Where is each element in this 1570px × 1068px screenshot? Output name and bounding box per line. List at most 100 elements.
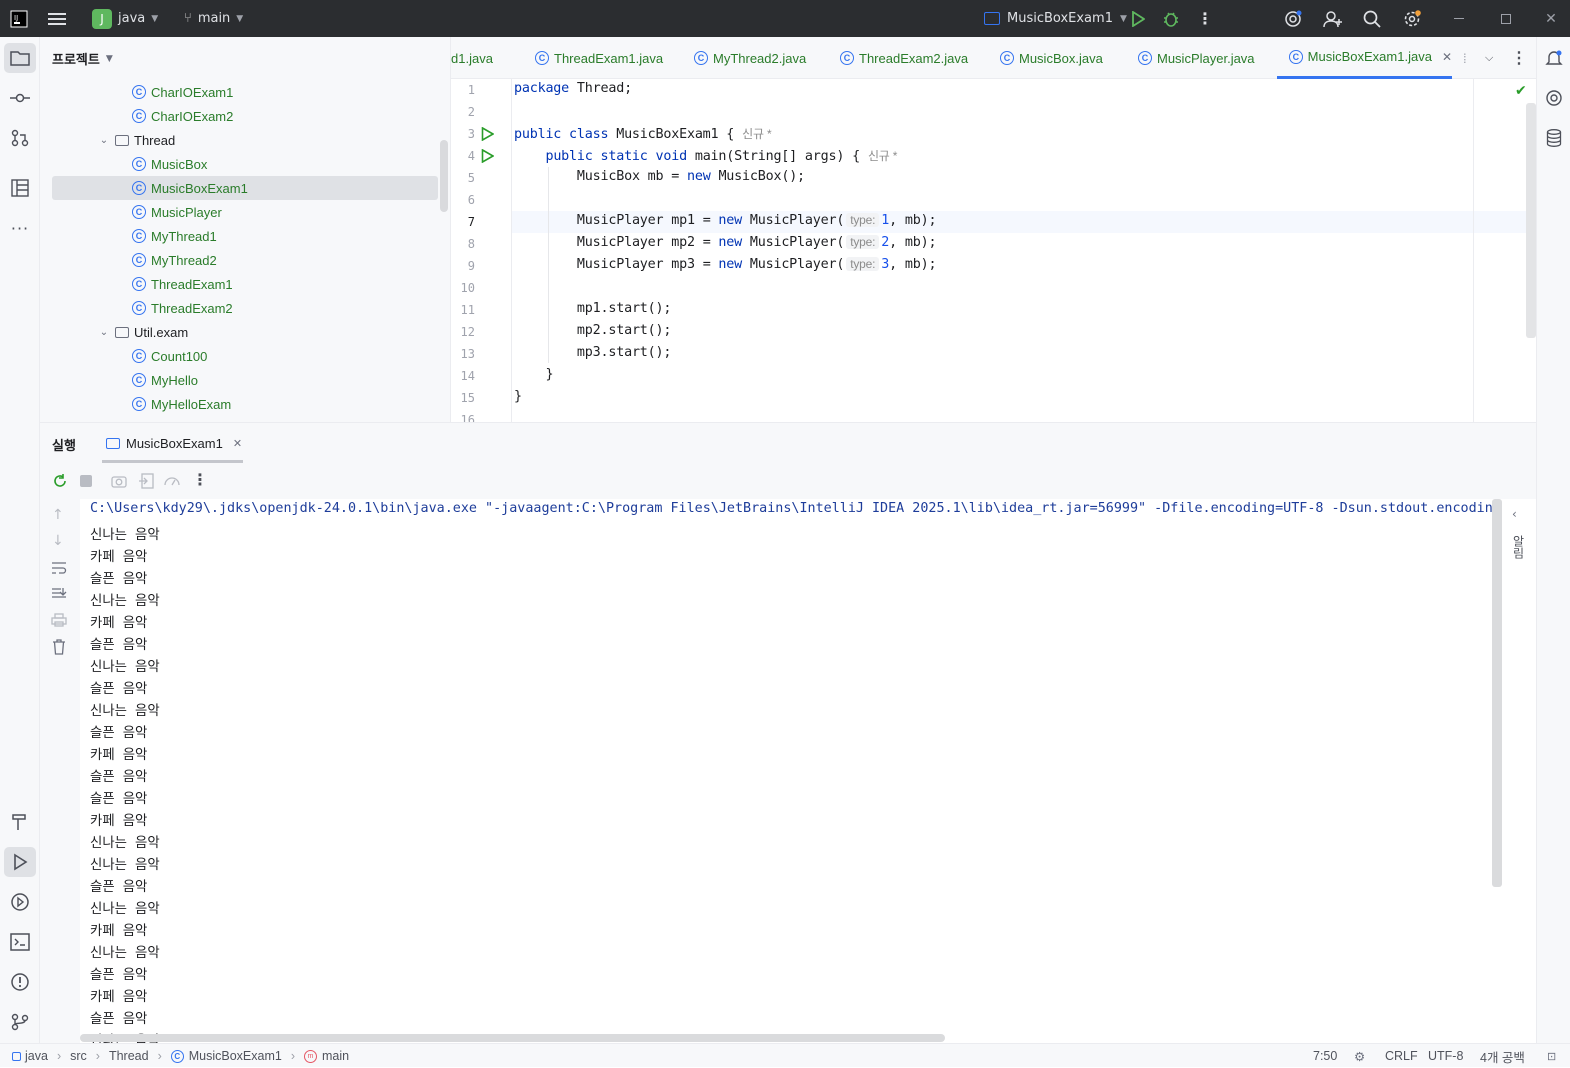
run-tool-icon[interactable] <box>4 847 36 877</box>
no-problems-check-icon[interactable]: ✔ <box>1515 83 1527 99</box>
project-tree-scrollbar[interactable] <box>440 140 448 212</box>
terminal-icon[interactable] <box>4 927 36 957</box>
run-tab-musicboxexam1[interactable]: MusicBoxExam1 ✕ <box>102 427 243 463</box>
camera-icon[interactable] <box>111 474 127 488</box>
project-name: java <box>118 11 146 26</box>
console-horizontal-scrollbar[interactable] <box>80 1034 945 1042</box>
console-output[interactable]: C:\Users\kdy29\.jdks\openjdk-24.0.1\bin\… <box>80 499 1502 1044</box>
tree-package-item[interactable]: ⌄ Thread <box>52 128 438 152</box>
rerun-icon[interactable] <box>52 473 68 489</box>
more-actions-icon[interactable]: ⋮ <box>192 470 208 489</box>
line-number: 7 <box>467 215 475 229</box>
file-encoding[interactable]: UTF-8 <box>1428 1044 1463 1068</box>
build-hammer-icon[interactable] <box>4 807 36 837</box>
minimize-window-icon[interactable] <box>1442 0 1476 37</box>
indent-setting[interactable]: 4개 공백 <box>1480 1044 1525 1068</box>
close-tab-icon[interactable]: ✕ <box>233 437 242 450</box>
tree-class-item[interactable]: C ThreadExam2 <box>52 296 438 320</box>
console-output-line: 슬픈 음악 <box>90 880 148 895</box>
tree-class-item[interactable]: C Count100 <box>52 344 438 368</box>
ai-assistant-icon[interactable] <box>1276 0 1310 37</box>
run-config-selector[interactable]: MusicBoxExam1 ▼ <box>984 0 1127 37</box>
collapse-left-icon[interactable]: ‹ <box>1512 507 1517 521</box>
exit-icon[interactable] <box>138 473 154 489</box>
tree-class-item[interactable]: C CharIOExam2 <box>52 104 438 128</box>
tab-mythread2[interactable]: C MyThread2.java <box>694 37 806 79</box>
tree-class-item[interactable]: C MusicBoxExam1 <box>52 176 438 200</box>
tree-class-item[interactable]: C MusicPlayer <box>52 200 438 224</box>
vcs-status-icon[interactable]: ⚙ <box>1354 1044 1365 1068</box>
more-tools-icon[interactable]: ··· <box>4 213 36 243</box>
scroll-up-arrow-icon[interactable]: ↑ <box>52 507 64 523</box>
database-icon[interactable] <box>1541 125 1567 151</box>
line-separator[interactable]: CRLF <box>1385 1044 1418 1068</box>
code-line-11: mp1.start(); <box>576 301 672 316</box>
close-window-icon[interactable]: ✕ <box>1534 0 1568 37</box>
tree-class-item[interactable]: C CharIOExam1 <box>52 80 438 104</box>
tab-threadexam2[interactable]: C ThreadExam2.java <box>840 37 968 79</box>
notifications-bell-icon[interactable] <box>1541 45 1567 71</box>
structure-icon[interactable] <box>4 173 36 203</box>
tab-thread-exam[interactable]: d1.java <box>451 37 493 79</box>
breadcrumb-item[interactable]: MusicBoxExam1 <box>189 1049 282 1063</box>
gutter-run-class-icon[interactable] <box>481 205 495 219</box>
project-tool-icon[interactable] <box>4 43 36 73</box>
breadcrumb-item[interactable]: main <box>322 1049 349 1063</box>
scroll-down-arrow-icon[interactable]: ↓ <box>52 533 64 549</box>
ai-chat-icon[interactable] <box>1541 85 1567 111</box>
code-editor[interactable]: 1 2 3 4 5 6 7 8 9 10 11 12 13 14 15 16 package Thread; … <box>451 79 1536 422</box>
tree-class-item[interactable]: C MusicBox <box>52 152 438 176</box>
tab-more-icon[interactable]: ⋮ <box>1511 37 1527 79</box>
project-panel-header[interactable]: 프로젝트 ▼ <box>52 49 113 68</box>
project-switcher[interactable]: J java ▼ <box>92 0 158 37</box>
problems-icon[interactable] <box>4 967 36 997</box>
profiler-icon[interactable] <box>163 473 181 489</box>
breadcrumb-item[interactable]: Thread <box>109 1049 149 1063</box>
chevron-down-icon[interactable]: ⌄ <box>97 327 111 338</box>
debug-icon[interactable] <box>1154 0 1188 37</box>
soft-wrap-icon[interactable] <box>51 561 67 575</box>
tree-class-item[interactable]: C MyThread1 <box>52 224 438 248</box>
main-menu-icon[interactable] <box>40 0 74 37</box>
search-icon[interactable] <box>1355 0 1389 37</box>
tab-list-chevron-icon[interactable]: ⌵ <box>1485 37 1493 79</box>
tree-class-item[interactable]: C MyHelloExam <box>52 392 438 416</box>
services-icon[interactable] <box>4 887 36 917</box>
tab-musicbox[interactable]: C MusicBox.java <box>1000 37 1103 79</box>
git-icon[interactable] <box>4 1007 36 1037</box>
read-only-lock-icon[interactable]: ⊡ <box>1547 1044 1556 1068</box>
gutter-run-class-icon[interactable] <box>481 127 494 141</box>
console-vertical-scrollbar[interactable] <box>1492 499 1502 887</box>
scroll-to-end-icon[interactable] <box>51 587 67 601</box>
print-icon[interactable] <box>51 613 67 627</box>
tab-musicboxexam1[interactable]: C MusicBoxExam1.java ✕ <box>1277 37 1452 79</box>
tree-package-item[interactable]: ⌄ Util.exam <box>52 320 438 344</box>
breadcrumb-item[interactable]: src <box>70 1049 87 1063</box>
branch-switcher[interactable]: ⑂ main ▼ <box>184 0 243 37</box>
chevron-down-icon[interactable]: ⌄ <box>97 135 111 146</box>
close-tab-icon[interactable]: ✕ <box>1442 50 1452 64</box>
editor-scrollbar[interactable] <box>1526 103 1536 338</box>
tree-class-item[interactable]: C ThreadExam1 <box>52 272 438 296</box>
tree-class-item[interactable]: C MyHello <box>52 368 438 392</box>
add-user-icon[interactable] <box>1316 0 1350 37</box>
more-actions-icon[interactable]: ⋮ <box>1188 0 1222 37</box>
tab-threadexam1[interactable]: C ThreadExam1.java <box>535 37 663 79</box>
caret-position[interactable]: 7:50 <box>1313 1044 1337 1068</box>
tab-musicplayer[interactable]: C MusicPlayer.java <box>1138 37 1255 79</box>
trash-icon[interactable] <box>52 639 66 655</box>
tree-item-label: ThreadExam2 <box>151 300 233 316</box>
tab-overflow-icon[interactable]: ⁞ <box>1463 37 1467 79</box>
gutter-run-main-icon[interactable] <box>481 149 494 163</box>
breadcrumb-item[interactable]: java <box>25 1049 48 1063</box>
class-icon: C <box>132 277 146 291</box>
pull-requests-icon[interactable] <box>4 123 36 153</box>
settings-gear-icon[interactable] <box>1395 0 1429 37</box>
tree-class-item[interactable]: C MyThread2 <box>52 248 438 272</box>
commit-icon[interactable] <box>4 83 36 113</box>
run-right-side-label[interactable]: 알림 <box>1510 535 1527 559</box>
intellij-logo-icon[interactable]: IJ <box>2 0 36 37</box>
stop-icon[interactable] <box>80 475 92 487</box>
maximize-window-icon[interactable] <box>1489 0 1523 37</box>
run-icon[interactable] <box>1121 0 1155 37</box>
